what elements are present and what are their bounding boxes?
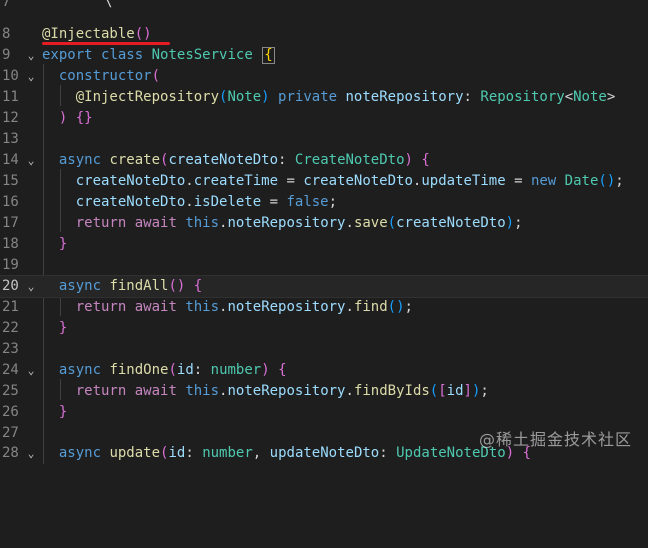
line-content: createNoteDto.isDelete = false;: [75, 194, 338, 210]
line-number: 18: [2, 236, 19, 252]
line-number: 12: [2, 110, 19, 126]
line-content: return await this.noteRepository.find();: [75, 299, 413, 315]
line-content: async create(createNoteDto: CreateNoteDt…: [58, 152, 430, 168]
code-line[interactable]: 25 return await this.noteRepository.find…: [0, 381, 648, 402]
code-line[interactable]: 15 createNoteDto.createTime = createNote…: [0, 171, 648, 192]
code-line[interactable]: 21 return await this.noteRepository.find…: [0, 297, 648, 318]
code-line[interactable]: 26 }: [0, 402, 648, 423]
line-number: 16: [2, 194, 19, 210]
line-number: 26: [2, 404, 19, 420]
line-content: @InjectRepository(Note) private noteRepo…: [75, 89, 616, 105]
chevron-down-icon[interactable]: ⌄: [24, 66, 38, 87]
code-line[interactable]: 24 ⌄ async findOne(id: number) {: [0, 360, 648, 381]
line-number: 17: [2, 215, 19, 231]
line-content: return await this.noteRepository.findByI…: [75, 383, 489, 399]
line-number: 7: [2, 0, 11, 10]
line-content: async update(id: number, updateNoteDto: …: [58, 445, 531, 461]
line-content: \ ': [104, 0, 331, 10]
line-number: 25: [2, 383, 19, 399]
line-content: export class NotesService {: [42, 47, 275, 64]
line-number: 24: [2, 362, 19, 378]
code-line[interactable]: 16 createNoteDto.isDelete = false;: [0, 192, 648, 213]
line-content: return await this.noteRepository.save(cr…: [75, 215, 523, 231]
chevron-down-icon[interactable]: ⌄: [24, 360, 38, 381]
line-content: }: [58, 236, 68, 252]
line-number: 22: [2, 320, 19, 336]
watermark: @稀土掘金技术社区: [478, 430, 632, 449]
line-content: constructor(: [58, 68, 161, 84]
code-line[interactable]: 9 ⌄ export class NotesService {: [0, 45, 648, 66]
chevron-down-icon[interactable]: ⌄: [24, 443, 38, 464]
code-line[interactable]: 7 \ ': [0, 0, 648, 13]
line-number: 19: [2, 257, 19, 273]
code-line[interactable]: 14 ⌄ async create(createNoteDto: CreateN…: [0, 150, 648, 171]
code-line[interactable]: 17 return await this.noteRepository.save…: [0, 213, 648, 234]
line-number: 10: [2, 68, 19, 84]
line-number: 23: [2, 341, 19, 357]
code-line[interactable]: 13: [0, 129, 648, 150]
matched-brace: {: [262, 47, 275, 64]
line-content: }: [58, 404, 68, 420]
line-number: 11: [2, 89, 19, 105]
line-number: 13: [2, 131, 19, 147]
line-content: async findAll() {: [58, 278, 203, 294]
line-number: 8: [2, 26, 11, 42]
code-line-active[interactable]: 20 ⌄ async findAll() {: [0, 275, 648, 298]
code-line[interactable]: 11 @InjectRepository(Note) private noteR…: [0, 87, 648, 108]
line-content: ) {}: [58, 110, 93, 126]
code-line[interactable]: 18 }: [0, 234, 648, 255]
line-number: 27: [2, 425, 19, 441]
code-line[interactable]: 12 ) {}: [0, 108, 648, 129]
line-content: createNoteDto.createTime = createNoteDto…: [75, 173, 624, 189]
line-number: 21: [2, 299, 19, 315]
code-line[interactable]: 19: [0, 255, 648, 276]
chevron-down-icon[interactable]: ⌄: [24, 45, 38, 66]
line-number: 20: [2, 278, 19, 294]
line-content: async findOne(id: number) {: [58, 362, 287, 378]
line-number: 14: [2, 152, 19, 168]
chevron-down-icon[interactable]: ⌄: [24, 276, 38, 297]
chevron-down-icon[interactable]: ⌄: [24, 150, 38, 171]
line-number: 28: [2, 445, 19, 461]
code-line[interactable]: 22 }: [0, 318, 648, 339]
line-number: 9: [2, 47, 11, 63]
line-number: 15: [2, 173, 19, 189]
code-editor[interactable]: 7 \ ' 8 @Injectable() 9 ⌄ export class No…: [0, 0, 648, 464]
code-line[interactable]: 23: [0, 339, 648, 360]
code-line[interactable]: 10 ⌄ constructor(: [0, 66, 648, 87]
line-content: }: [58, 320, 68, 336]
